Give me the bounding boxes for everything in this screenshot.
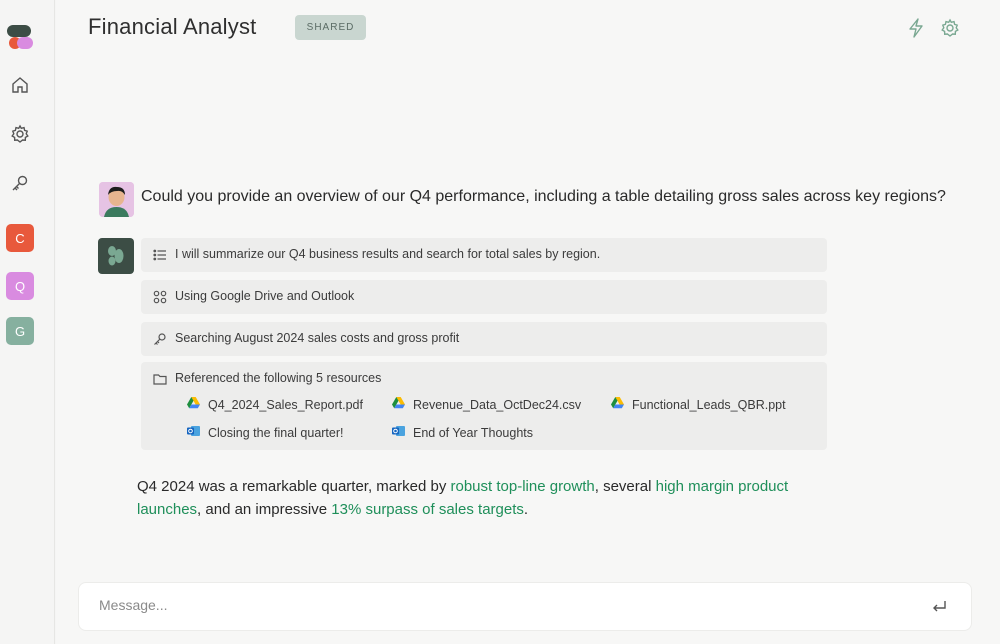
resource-name: Q4_2024_Sales_Report.pdf (208, 397, 363, 412)
resource-name: Revenue_Data_OctDec24.csv (413, 397, 582, 412)
workspace-g[interactable]: G (6, 317, 34, 345)
assistant-answer: Q4 2024 was a remarkable quarter, marked… (137, 475, 837, 521)
list-icon (153, 248, 167, 262)
outlook-icon (187, 425, 200, 440)
outlook-icon (392, 425, 405, 440)
google-drive-icon (187, 397, 200, 412)
resource-item[interactable]: Functional_Leads_QBR.ppt (611, 397, 786, 412)
resource-name: Functional_Leads_QBR.ppt (632, 397, 786, 412)
bolt-icon[interactable] (904, 16, 928, 40)
folder-icon (153, 372, 167, 386)
step-tools: Using Google Drive and Outlook (141, 280, 827, 314)
answer-text: , several (594, 478, 656, 495)
app-logo[interactable] (6, 24, 34, 50)
answer-highlight: robust top-line growth (450, 478, 595, 495)
step-plan: I will summarize our Q4 business results… (141, 238, 827, 272)
step-text: Referenced the following 5 resources (175, 371, 382, 385)
main-panel: Financial Analyst SHARED Could you provi… (56, 0, 1000, 644)
step-resources: Referenced the following 5 resources Q4_… (141, 362, 827, 450)
google-drive-icon (611, 397, 624, 412)
answer-text: Q4 2024 was a remarkable quarter, marked… (137, 478, 451, 495)
settings-icon[interactable] (938, 16, 962, 40)
step-text: I will summarize our Q4 business results… (175, 247, 601, 261)
sidebar: C Q G (0, 0, 55, 644)
resource-item[interactable]: End of Year Thoughts (392, 425, 533, 440)
workspace-letter: C (15, 230, 25, 246)
gear-icon[interactable] (8, 122, 32, 146)
answer-text: , and an impressive (197, 501, 332, 518)
workspace-letter: Q (14, 278, 26, 294)
resource-name: Closing the final quarter! (208, 425, 344, 440)
shared-badge: SHARED (295, 15, 366, 40)
answer-highlight: 13% surpass of sales targets (331, 501, 524, 518)
home-icon[interactable] (8, 73, 32, 97)
apps-icon (153, 290, 167, 304)
enter-icon[interactable] (929, 597, 949, 617)
resource-item[interactable]: Revenue_Data_OctDec24.csv (392, 397, 581, 412)
step-search: Searching August 2024 sales costs and gr… (141, 322, 827, 356)
message-input[interactable] (99, 597, 899, 613)
resource-item[interactable]: Closing the final quarter! (187, 425, 344, 440)
message-composer (78, 582, 972, 631)
key-icon[interactable] (8, 171, 32, 195)
resource-item[interactable]: Q4_2024_Sales_Report.pdf (187, 397, 363, 412)
page-title: Financial Analyst (88, 14, 257, 39)
key-icon (153, 332, 167, 346)
resource-name: End of Year Thoughts (413, 425, 534, 440)
workspace-letter: G (14, 323, 26, 339)
workspace-c[interactable]: C (6, 224, 34, 252)
user-question: Could you provide an overview of our Q4 … (141, 188, 946, 205)
step-text: Using Google Drive and Outlook (175, 289, 355, 303)
answer-text: . (523, 501, 529, 518)
workspace-q[interactable]: Q (6, 272, 34, 300)
user-avatar (99, 182, 134, 217)
google-drive-icon (392, 397, 405, 412)
step-text: Searching August 2024 sales costs and gr… (175, 331, 460, 345)
assistant-avatar (98, 238, 134, 274)
